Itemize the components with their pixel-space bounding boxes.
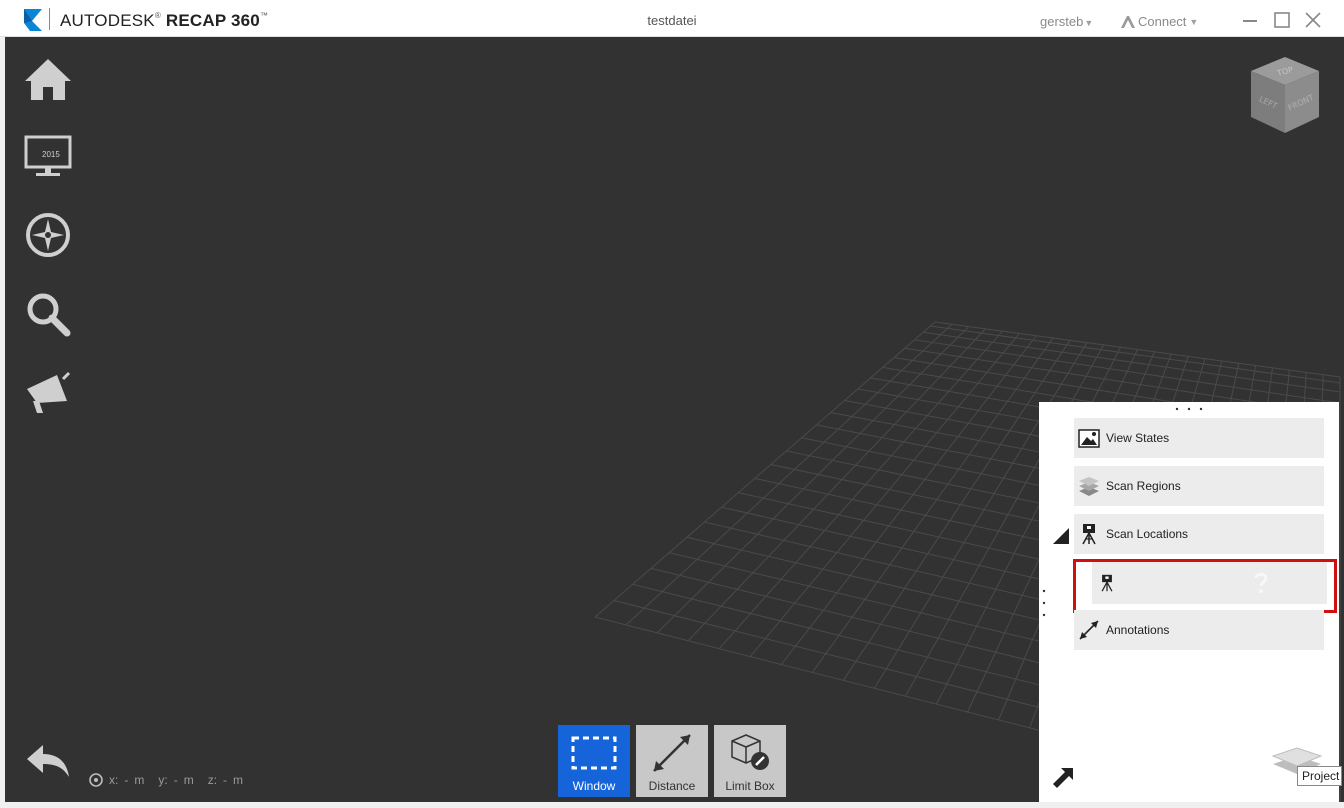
- scan-locations-label: Scan Locations: [1106, 527, 1189, 541]
- user-menu[interactable]: gersteb▼: [1040, 14, 1093, 29]
- highlight-box: [1073, 559, 1337, 613]
- x-value: -: [124, 773, 129, 787]
- user-name: gersteb: [1040, 14, 1084, 29]
- window-select-button[interactable]: Window: [558, 725, 630, 797]
- megaphone-icon[interactable]: [23, 367, 73, 417]
- limit-box-button[interactable]: Limit Box: [714, 725, 786, 797]
- project-navigator-panel: View States Scan Regions Scan Locations: [1039, 402, 1342, 802]
- minimize-button[interactable]: [1240, 11, 1260, 29]
- title-bar: AUTODESK® RECAP 360™ testdatei gersteb▼ …: [0, 0, 1344, 37]
- close-button[interactable]: [1303, 11, 1323, 29]
- autodesk-a-icon: [1121, 15, 1135, 28]
- panel-resize-handle[interactable]: [1041, 587, 1047, 619]
- panel-drag-handle[interactable]: [1173, 406, 1205, 412]
- limit-box-label: Limit Box: [725, 779, 775, 793]
- window-label: Window: [572, 779, 616, 793]
- monitor-icon: [24, 135, 72, 176]
- collapse-triangle-icon[interactable]: [1053, 528, 1069, 544]
- scan-regions-item[interactable]: Scan Regions: [1074, 466, 1324, 506]
- expand-arrow-icon[interactable]: [1053, 768, 1073, 788]
- home-icon[interactable]: [23, 55, 73, 105]
- annotations-label: Annotations: [1106, 623, 1170, 637]
- distance-button[interactable]: Distance: [636, 725, 708, 797]
- monitor-button[interactable]: 2015: [23, 134, 73, 184]
- y-label: y:: [158, 773, 168, 787]
- view-states-label: View States: [1106, 431, 1170, 445]
- x-unit: m: [134, 773, 145, 787]
- y-unit: m: [183, 773, 194, 787]
- project-navigator-tooltip: Project N: [1297, 766, 1342, 786]
- layers-icon: [1079, 477, 1099, 496]
- undo-arrow-icon[interactable]: [23, 737, 73, 787]
- crosshair-icon: [89, 773, 103, 787]
- limit-box-icon: [731, 734, 769, 770]
- z-value: -: [223, 773, 228, 787]
- view-states-item[interactable]: View States: [1074, 418, 1324, 458]
- monitor-badge: 2015: [42, 150, 60, 159]
- distance-label: Distance: [648, 779, 696, 793]
- chevron-down-icon: ▼: [1189, 16, 1199, 27]
- chevron-down-icon: ▼: [1084, 18, 1094, 28]
- connect-label: Connect: [1138, 14, 1187, 29]
- image-icon: [1078, 429, 1100, 448]
- search-icon[interactable]: [23, 289, 73, 339]
- z-label: z:: [207, 773, 218, 787]
- measure-arrow-icon: [1079, 620, 1099, 640]
- z-unit: m: [233, 773, 244, 787]
- view-cube[interactable]: TOP LEFT FRONT: [1245, 53, 1325, 137]
- coordinate-readout: x: - m y: - m z: - m: [89, 773, 243, 787]
- scan-locations-item[interactable]: Scan Locations: [1074, 514, 1324, 554]
- selection-window-icon: [571, 736, 617, 770]
- y-value: -: [173, 773, 178, 787]
- connect-menu[interactable]: Connect ▼: [1120, 14, 1198, 29]
- distance-measure-icon: [653, 734, 691, 772]
- x-label: x:: [109, 773, 119, 787]
- annotations-item[interactable]: Annotations: [1074, 610, 1324, 650]
- compass-icon[interactable]: [23, 210, 73, 260]
- tripod-camera-icon: [1082, 524, 1096, 545]
- maximize-button[interactable]: [1272, 11, 1292, 29]
- scan-regions-label: Scan Regions: [1106, 479, 1181, 493]
